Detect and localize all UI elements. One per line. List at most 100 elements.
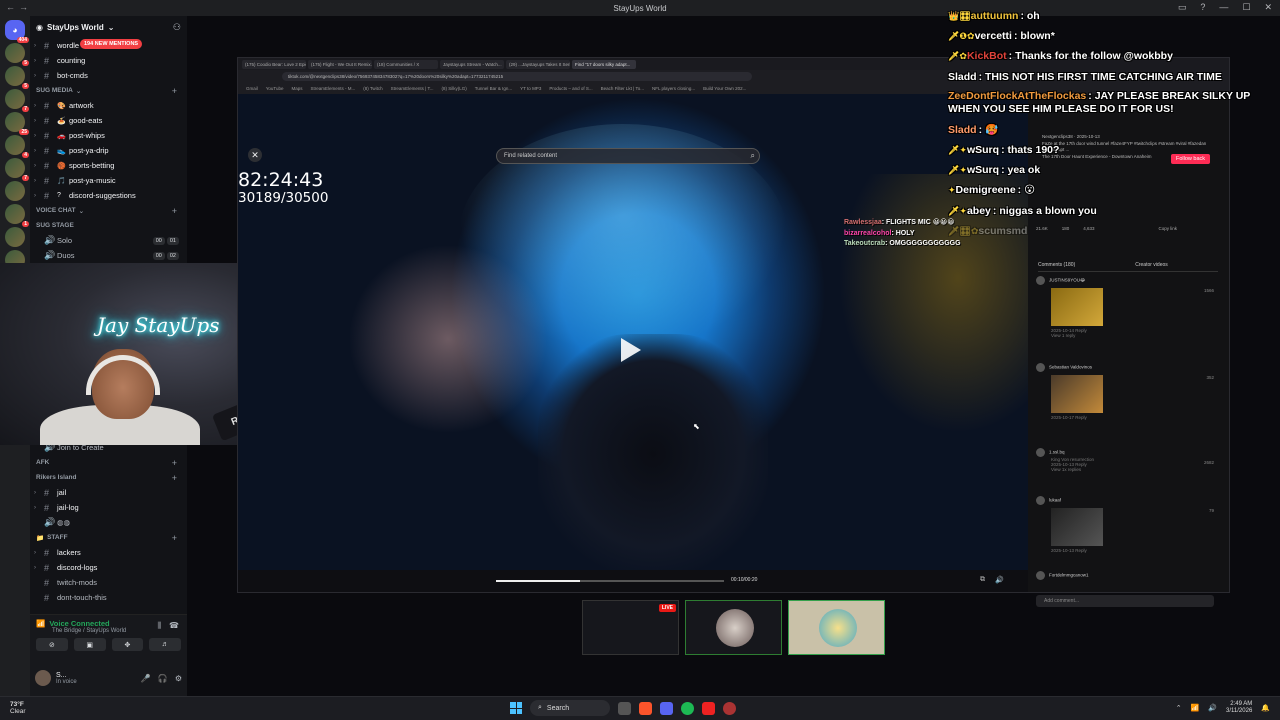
browser-tab[interactable]: Jaystayups Stream - Watch... xyxy=(440,59,504,69)
bookmark[interactable]: Build Your Own 202... xyxy=(703,86,746,91)
noise-suppression-icon[interactable]: ⫼ xyxy=(157,621,161,631)
bookmark[interactable]: Maps xyxy=(291,86,302,91)
channel-item[interactable]: › # 👟 post-ya-drip xyxy=(30,143,187,158)
avatar[interactable] xyxy=(1036,363,1045,372)
soundboard-button[interactable]: ♬ xyxy=(149,638,181,651)
bookmark[interactable]: StreamElements | T... xyxy=(391,86,434,91)
category-rikers-island[interactable]: Rikers Island + xyxy=(30,470,187,485)
channel-item[interactable]: › # 🍝 good-eats xyxy=(30,113,187,128)
server-icon[interactable]: 25 xyxy=(5,112,29,135)
screen-share-button[interactable]: ▣ xyxy=(73,638,106,651)
browser-tab[interactable]: Find "17 doors silky adapt... xyxy=(572,59,636,69)
nav-arrows[interactable]: ←→ xyxy=(6,2,32,12)
tab-creator-videos[interactable]: Creator videos xyxy=(1135,262,1168,268)
stream-thumbnail[interactable]: LIVE xyxy=(582,600,679,655)
server-icon[interactable]: 7 xyxy=(5,89,29,112)
server-icon[interactable]: 5 xyxy=(5,66,29,89)
add-channel-icon[interactable]: + xyxy=(172,473,177,483)
play-icon[interactable] xyxy=(621,338,641,362)
server-icon[interactable] xyxy=(5,181,25,201)
add-channel-icon[interactable]: + xyxy=(172,533,177,543)
find-related-search[interactable]: Find related content ⌕ xyxy=(496,148,760,164)
channel-item[interactable]: › # wordle 194 NEW MENTIONS xyxy=(30,38,187,53)
windows-start-icon[interactable] xyxy=(510,702,522,714)
voice-channel-item[interactable]: 🔊 Solo 00 01 xyxy=(30,233,187,248)
clock[interactable]: 2:49 AM 3/11/2026 xyxy=(1226,701,1252,715)
server-icon[interactable]: 7 xyxy=(5,158,29,181)
spotify-icon[interactable] xyxy=(681,701,694,715)
bookmark[interactable]: YouTube xyxy=(266,86,284,91)
gear-icon[interactable]: ⚙ xyxy=(175,674,182,683)
avatar[interactable] xyxy=(1036,276,1045,285)
channel-item[interactable]: › # discord-logs xyxy=(30,560,187,575)
comment-image[interactable] xyxy=(1051,288,1103,326)
category-voice-chat[interactable]: VOICE CHAT ⌄ + xyxy=(30,203,187,218)
avatar[interactable] xyxy=(1036,496,1045,505)
search-icon[interactable]: ⌕ xyxy=(751,151,755,161)
bookmark[interactable]: StreamElements - M... xyxy=(310,86,355,91)
file-explorer-icon[interactable] xyxy=(618,701,631,715)
add-comment-input[interactable]: Add comment... xyxy=(1036,595,1214,607)
voice-channel-item[interactable]: 🔊 Duos 00 02 xyxy=(30,248,187,263)
activities-button[interactable]: ✥ xyxy=(111,638,144,651)
channel-item[interactable]: › # 🎨 artwork xyxy=(30,98,187,113)
notification-icon[interactable]: 🔔 xyxy=(1261,704,1270,712)
server-icon[interactable] xyxy=(5,227,25,247)
channel-item[interactable]: › # bot-cmds xyxy=(30,68,187,83)
channel-item[interactable]: › # lackers xyxy=(30,545,187,560)
server-header[interactable]: ◉ StayUps World ⌄ ⚇ xyxy=(30,16,187,38)
video-progress-bar[interactable] xyxy=(496,580,724,582)
bookmark[interactable]: Beach Filter Lkt | To... xyxy=(601,86,644,91)
volume-icon[interactable]: 🔊 xyxy=(995,576,1004,584)
obs-icon[interactable] xyxy=(723,701,736,715)
avatar[interactable] xyxy=(1036,571,1045,580)
channel-item[interactable]: # dont-touch-this xyxy=(30,590,187,605)
bookmark[interactable]: YT to MP3 xyxy=(520,86,541,91)
headphones-icon[interactable]: 🎧 xyxy=(158,674,168,683)
weather-widget[interactable]: 73°F Clear xyxy=(10,701,26,715)
chevron-up-icon[interactable]: ⌃ xyxy=(1176,704,1182,712)
add-channel-icon[interactable]: + xyxy=(172,206,177,216)
voice-members-row[interactable]: 🔊 ◍◍ xyxy=(30,515,187,530)
category-afk[interactable]: AFK + xyxy=(30,455,187,470)
stage-channel[interactable]: SUG STAGE xyxy=(30,218,187,233)
bookmark[interactable]: (8) Silky(LG) xyxy=(442,86,467,91)
bookmark[interactable]: NFL players closing... xyxy=(652,86,695,91)
browser-tab[interactable]: (29) ...Jaystayups Takes It Serio... xyxy=(506,59,570,69)
browser-tab[interactable]: (175) Coodio Bear: Love 2 Epic... xyxy=(242,59,306,69)
category-staff[interactable]: 📁 Staff + xyxy=(30,530,187,545)
avatar[interactable] xyxy=(1036,448,1045,457)
stream-thumbnail[interactable] xyxy=(788,600,885,655)
channel-item[interactable]: # twitch-mods xyxy=(30,575,187,590)
server-icon[interactable]: 1 xyxy=(5,204,29,227)
pip-icon[interactable]: ⧉ xyxy=(980,576,985,584)
bookmark[interactable]: Products – and of S... xyxy=(549,86,592,91)
channel-item[interactable]: › # 🎵 post-ya-music xyxy=(30,173,187,188)
comment-image[interactable] xyxy=(1051,508,1103,546)
comment-image[interactable] xyxy=(1051,375,1103,413)
url-field[interactable]: tiktok.com/@nextgenclips38/video/7569374… xyxy=(282,72,752,81)
avatar[interactable] xyxy=(35,670,51,686)
stream-thumbnail[interactable] xyxy=(685,600,782,655)
channel-item[interactable]: › #? discord-suggestions xyxy=(30,188,187,203)
discord-icon[interactable] xyxy=(660,701,673,715)
app-icon[interactable] xyxy=(702,701,715,715)
wifi-icon[interactable]: 📶 xyxy=(1191,704,1200,712)
taskbar-search[interactable]: ⌕ Search xyxy=(530,700,610,716)
camera-off-button[interactable]: ⊘ xyxy=(36,638,68,651)
channel-item[interactable]: › # counting xyxy=(30,53,187,68)
tab-comments[interactable]: Comments (180) xyxy=(1038,262,1075,268)
add-channel-icon[interactable]: + xyxy=(172,86,177,96)
server-icon[interactable]: 5 xyxy=(5,43,29,66)
browser-tab[interactable]: (18) Communities / X xyxy=(374,59,438,69)
channel-item[interactable]: › # jail xyxy=(30,485,187,500)
channel-item[interactable]: › # 🏀 sports-betting xyxy=(30,158,187,173)
bookmark[interactable]: Gmail xyxy=(246,86,258,91)
bookmark[interactable]: (8) Twitch xyxy=(363,86,382,91)
disconnect-icon[interactable]: ☎ xyxy=(169,621,179,631)
add-channel-icon[interactable]: + xyxy=(172,458,177,468)
brave-browser-icon[interactable] xyxy=(639,701,652,715)
browser-tab[interactable]: (175) Flight - We Out It Remix... xyxy=(308,59,372,69)
channel-item[interactable]: › # jail-log xyxy=(30,500,187,515)
new-mentions-pill[interactable]: 194 NEW MENTIONS xyxy=(80,39,143,49)
